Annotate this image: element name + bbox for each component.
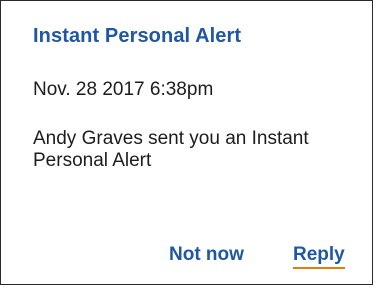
alert-message: Andy Graves sent you an Instant Personal… (33, 128, 309, 171)
dialog-actions: Not now Reply (1, 244, 372, 272)
reply-button[interactable]: Reply (293, 244, 345, 269)
alert-timestamp: Nov. 28 2017 6:38pm (33, 79, 214, 100)
alert-title: Instant Personal Alert (33, 25, 242, 47)
not-now-label: Not now (169, 244, 244, 265)
instant-personal-alert-dialog: Instant Personal Alert Nov. 28 2017 6:38… (0, 0, 373, 285)
reply-label: Reply (293, 244, 345, 265)
reply-focus-underline (293, 267, 345, 269)
not-now-button[interactable]: Not now (169, 244, 244, 266)
